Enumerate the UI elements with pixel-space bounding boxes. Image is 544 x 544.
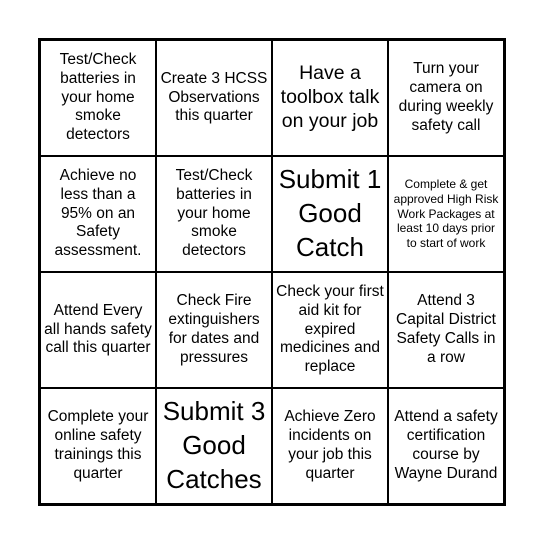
bingo-cell-text: Achieve Zero incidents on your job this … [284, 408, 376, 482]
bingo-cell-text: Test/Check batteries in your home smoke … [59, 50, 137, 144]
bingo-cell[interactable]: Complete & get approved High Risk Work P… [388, 156, 504, 272]
bingo-cell[interactable]: Submit 1 Good Catch [272, 156, 388, 272]
bingo-cell-text: Have a toolbox talk on your job [280, 62, 380, 132]
bingo-cell[interactable]: Achieve Zero incidents on your job this … [272, 388, 388, 504]
bingo-cell-text: Check Fire extinguishers for dates and p… [168, 292, 260, 366]
bingo-cell-text: Submit 3 Good Catches [162, 396, 266, 494]
bingo-cell[interactable]: Test/Check batteries in your home smoke … [40, 40, 156, 156]
bingo-cell-text: Attend a safety certification course by … [394, 408, 498, 482]
bingo-cell-text: Turn your camera on during weekly safety… [398, 60, 494, 134]
bingo-cell[interactable]: Test/Check batteries in your home smoke … [156, 156, 272, 272]
bingo-cell[interactable]: Turn your camera on during weekly safety… [388, 40, 504, 156]
bingo-cell-text: Attend 3 Capital District Safety Calls i… [396, 292, 496, 366]
bingo-cell-text: Achieve no less than a 95% on an Safety … [54, 166, 142, 260]
bingo-cell-text: Test/Check batteries in your home smoke … [175, 166, 253, 260]
bingo-cell[interactable]: Attend Every all hands safety call this … [40, 272, 156, 388]
bingo-cell[interactable]: Check Fire extinguishers for dates and p… [156, 272, 272, 388]
bingo-cell[interactable]: Attend 3 Capital District Safety Calls i… [388, 272, 504, 388]
bingo-cell[interactable]: Achieve no less than a 95% on an Safety … [40, 156, 156, 272]
bingo-card: Test/Check batteries in your home smoke … [38, 38, 506, 506]
bingo-cell-text: Complete & get approved High Risk Work P… [393, 177, 499, 250]
bingo-cell[interactable]: Have a toolbox talk on your job [272, 40, 388, 156]
bingo-cell[interactable]: Attend a safety certification course by … [388, 388, 504, 504]
bingo-cell[interactable]: Check your first aid kit for expired med… [272, 272, 388, 388]
bingo-cell[interactable]: Create 3 HCSS Observations this quarter [156, 40, 272, 156]
bingo-cell-text: Attend Every all hands safety call this … [44, 301, 152, 357]
bingo-cell[interactable]: Complete your online safety trainings th… [40, 388, 156, 504]
bingo-cell-text: Submit 1 Good Catch [278, 164, 382, 262]
bingo-cell-text: Create 3 HCSS Observations this quarter [160, 69, 268, 125]
bingo-cell-text: Check your first aid kit for expired med… [276, 282, 384, 376]
bingo-cell[interactable]: Submit 3 Good Catches [156, 388, 272, 504]
bingo-cell-text: Complete your online safety trainings th… [47, 408, 149, 482]
